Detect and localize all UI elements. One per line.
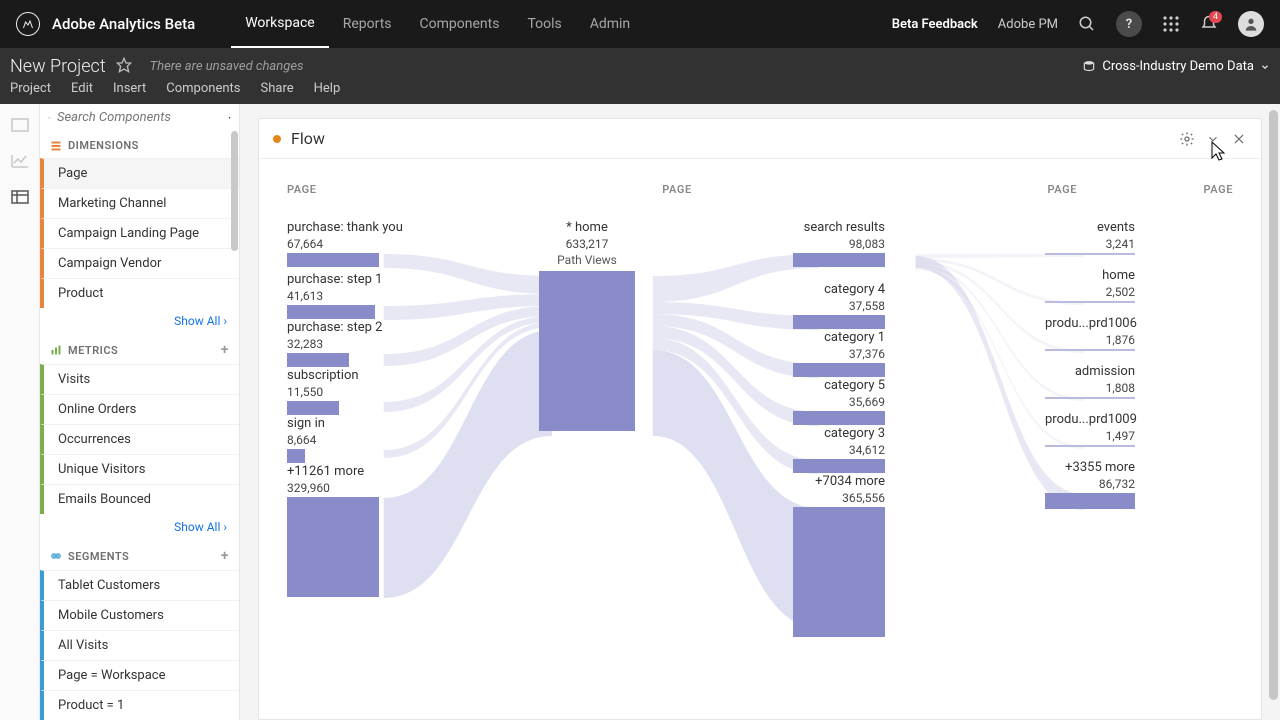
dim-item[interactable]: Marketing Channel	[40, 188, 239, 218]
add-segment-icon[interactable]: +	[221, 548, 229, 564]
metrics-header[interactable]: METRICS +	[40, 334, 239, 364]
segments-header[interactable]: SEGMENTS +	[40, 540, 239, 570]
flow-column-header: PAGE	[1077, 183, 1233, 196]
panel-icon[interactable]	[11, 118, 29, 132]
org-switcher[interactable]: Adobe PM	[998, 17, 1058, 32]
met-item[interactable]: Unique Visitors	[40, 454, 239, 484]
seg-item[interactable]: All Visits	[40, 630, 239, 660]
dimensions-header[interactable]: DIMENSIONS	[40, 131, 239, 158]
seg-item[interactable]: Mobile Customers	[40, 600, 239, 630]
brand-logo-icon	[16, 12, 40, 36]
dim-item[interactable]: Campaign Landing Page	[40, 218, 239, 248]
menu-components[interactable]: Components	[166, 81, 240, 96]
unsaved-changes-label: There are unsaved changes	[150, 59, 304, 74]
flow-node[interactable]: purchase: thank you67,664	[287, 220, 403, 267]
flow-node[interactable]: admission1,808	[1045, 364, 1135, 399]
visualization-rail	[0, 104, 40, 720]
nav-tab-tools[interactable]: Tools	[513, 0, 575, 48]
table-icon[interactable]	[11, 190, 29, 204]
filter-icon[interactable]	[228, 111, 231, 125]
menu-edit[interactable]: Edit	[71, 81, 93, 96]
met-item[interactable]: Emails Bounced	[40, 484, 239, 514]
menu-project[interactable]: Project	[10, 81, 51, 96]
flow-node[interactable]: category 137,376	[793, 330, 885, 377]
canvas-scrollbar[interactable]	[1269, 110, 1278, 700]
brand-title: Adobe Analytics Beta	[52, 15, 195, 33]
dim-item[interactable]: Campaign Vendor	[40, 248, 239, 278]
flow-visualization-panel: Flow PAGE PAGE PAGE PAGE purchase: thank…	[258, 118, 1262, 720]
flow-column-header: PAGE	[807, 183, 1077, 196]
global-nav: Adobe Analytics Beta WorkspaceReportsCom…	[0, 0, 1280, 48]
flow-node[interactable]: +7034 more365,556	[793, 474, 885, 637]
help-icon[interactable]: ?	[1116, 11, 1142, 37]
met-item[interactable]: Visits	[40, 364, 239, 394]
notification-count-badge: 4	[1209, 11, 1222, 23]
flow-node[interactable]: +3355 more86,732	[1045, 460, 1135, 509]
flow-node[interactable]: category 334,612	[793, 426, 885, 473]
favorite-star-icon[interactable]	[116, 57, 132, 77]
nav-tab-reports[interactable]: Reports	[329, 0, 406, 48]
dim-item[interactable]: Page	[40, 158, 239, 188]
components-scrollbar[interactable]	[231, 131, 238, 251]
components-search-input[interactable]	[57, 110, 222, 125]
menu-insert[interactable]: Insert	[113, 81, 146, 96]
apps-icon[interactable]	[1162, 15, 1180, 33]
collapse-chevron-icon[interactable]	[1205, 131, 1221, 147]
flow-column-header: PAGE	[547, 183, 807, 196]
project-bar: New Project There are unsaved changes Cr…	[0, 48, 1280, 104]
dimensions-show-all[interactable]: Show All ›	[40, 308, 239, 334]
flow-center-node[interactable]: * home633,217Path Views	[539, 220, 635, 431]
flow-node[interactable]: events3,241	[1045, 220, 1135, 255]
flow-diagram[interactable]: PAGE PAGE PAGE PAGE purchase: thank you6…	[259, 159, 1261, 719]
add-metric-icon[interactable]: +	[221, 342, 229, 358]
flow-node[interactable]: +11261 more329,960	[287, 464, 379, 597]
search-icon	[48, 111, 51, 125]
flow-node[interactable]: purchase: step 232,283	[287, 320, 382, 367]
flow-node[interactable]: produ...prd10061,876	[1045, 316, 1135, 351]
flow-node[interactable]: purchase: step 141,613	[287, 272, 382, 319]
dim-item[interactable]: Product	[40, 278, 239, 308]
menu-help[interactable]: Help	[314, 81, 341, 96]
notifications-icon[interactable]: 4	[1200, 15, 1218, 33]
flow-node[interactable]: subscription11,550	[287, 368, 359, 415]
panel-color-dot	[273, 135, 281, 143]
report-suite-picker[interactable]: Cross-Industry Demo Data	[1082, 59, 1270, 74]
nav-tab-workspace[interactable]: Workspace	[231, 0, 329, 48]
seg-item[interactable]: Page = Workspace	[40, 660, 239, 690]
met-item[interactable]: Online Orders	[40, 394, 239, 424]
flow-node[interactable]: home2,502	[1045, 268, 1135, 303]
nav-tab-components[interactable]: Components	[406, 0, 514, 48]
components-panel: DIMENSIONS PageMarketing ChannelCampaign…	[40, 104, 240, 720]
chevron-down-icon	[1260, 62, 1270, 72]
flow-node[interactable]: produ...prd10091,497	[1045, 412, 1135, 447]
settings-gear-icon[interactable]	[1179, 131, 1195, 147]
flow-node[interactable]: search results98,083	[793, 220, 885, 267]
panel-title[interactable]: Flow	[291, 129, 325, 148]
metrics-show-all[interactable]: Show All ›	[40, 514, 239, 540]
flow-node[interactable]: category 535,669	[793, 378, 885, 425]
flow-node[interactable]: category 437,558	[793, 282, 885, 329]
menu-share[interactable]: Share	[261, 81, 294, 96]
project-title[interactable]: New Project	[10, 56, 106, 77]
beta-feedback-link[interactable]: Beta Feedback	[892, 17, 978, 32]
avatar[interactable]	[1238, 11, 1264, 37]
flow-column-header: PAGE	[287, 183, 547, 196]
chart-icon[interactable]	[11, 154, 29, 168]
flow-node[interactable]: sign in8,664	[287, 416, 325, 463]
seg-item[interactable]: Product = 1	[40, 690, 239, 720]
seg-item[interactable]: Tablet Customers	[40, 570, 239, 600]
met-item[interactable]: Occurrences	[40, 424, 239, 454]
nav-tab-admin[interactable]: Admin	[576, 0, 644, 48]
workspace-canvas[interactable]: Flow PAGE PAGE PAGE PAGE purchase: thank…	[240, 104, 1280, 720]
close-icon[interactable]	[1231, 131, 1247, 147]
search-icon[interactable]	[1078, 15, 1096, 33]
report-suite-name: Cross-Industry Demo Data	[1102, 59, 1254, 74]
